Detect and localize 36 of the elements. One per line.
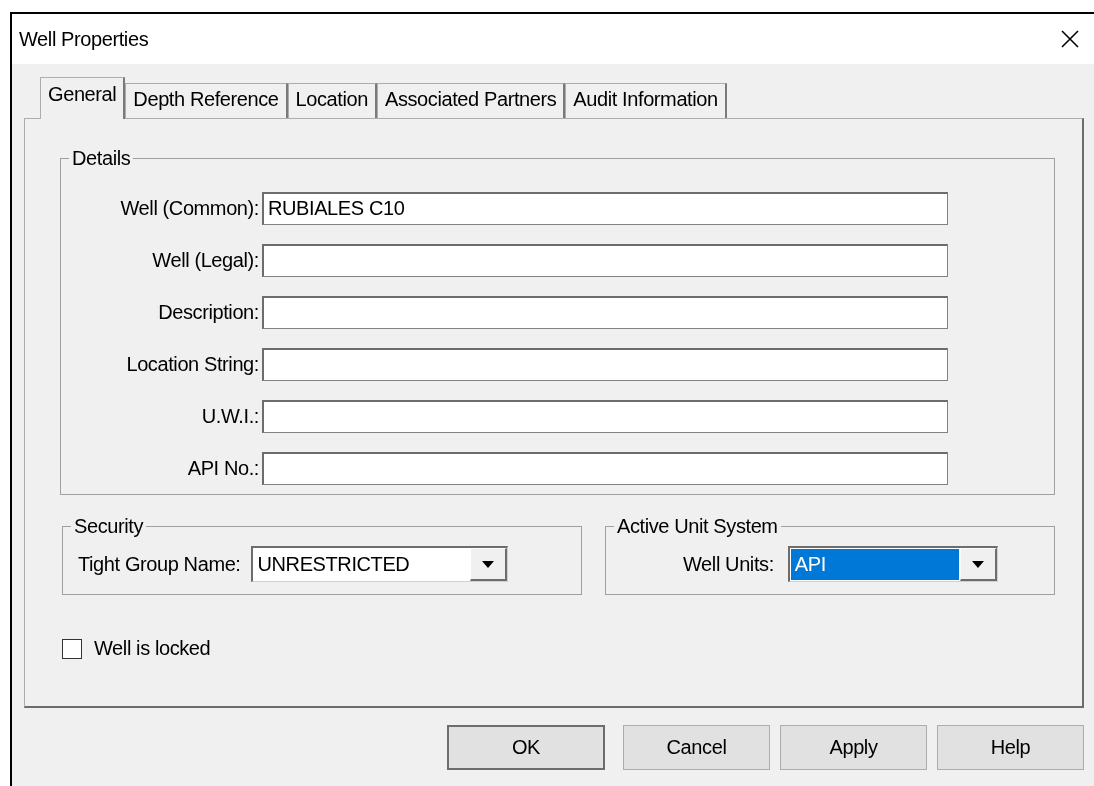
dropdown-value: UNRESTRICTED bbox=[256, 552, 411, 577]
field-label: API No.: bbox=[186, 456, 260, 480]
field-label: Tight Group Name: bbox=[78, 552, 241, 576]
dialog-button[interactable]: Apply bbox=[780, 725, 927, 770]
tab[interactable]: Location bbox=[287, 83, 377, 118]
dropdown[interactable]: API bbox=[787, 546, 998, 582]
text-field[interactable] bbox=[262, 243, 948, 277]
dropdown[interactable]: UNRESTRICTED bbox=[250, 546, 508, 582]
group-title: Security bbox=[73, 515, 145, 538]
dialog-button[interactable]: Cancel bbox=[623, 725, 770, 770]
group-title: Active Unit System bbox=[616, 515, 779, 538]
field-label: Description: bbox=[157, 300, 260, 324]
tab[interactable]: Depth Reference bbox=[125, 83, 288, 118]
text-field[interactable]: RUBIALES C10 bbox=[262, 191, 948, 225]
field-label: Well (Legal): bbox=[151, 248, 260, 272]
checkbox-label: Well is locked bbox=[94, 637, 211, 660]
field-label: Location String: bbox=[125, 352, 260, 376]
dialog-button[interactable]: Help bbox=[937, 725, 1084, 770]
dialog-button[interactable]: OK bbox=[447, 725, 605, 770]
field-label: U.W.I.: bbox=[200, 404, 260, 428]
group-title: Details bbox=[71, 147, 132, 170]
dropdown-value: API bbox=[790, 549, 959, 580]
field-label: Well Units: bbox=[683, 552, 774, 576]
window-title: Well Properties bbox=[19, 27, 149, 51]
tab[interactable]: Audit Information bbox=[565, 83, 727, 118]
field-label: Well (Common): bbox=[119, 196, 260, 220]
tab[interactable]: Associated Partners bbox=[377, 83, 566, 118]
dropdown-arrow-icon[interactable] bbox=[971, 560, 984, 568]
text-field[interactable] bbox=[262, 295, 948, 329]
tab[interactable]: General bbox=[40, 77, 126, 119]
dropdown-arrow-icon[interactable] bbox=[481, 560, 494, 568]
text-field[interactable] bbox=[262, 399, 948, 433]
text-field[interactable] bbox=[262, 347, 948, 381]
close-icon[interactable] bbox=[1060, 29, 1080, 49]
checkbox[interactable] bbox=[62, 638, 82, 659]
text-field[interactable] bbox=[262, 451, 948, 485]
